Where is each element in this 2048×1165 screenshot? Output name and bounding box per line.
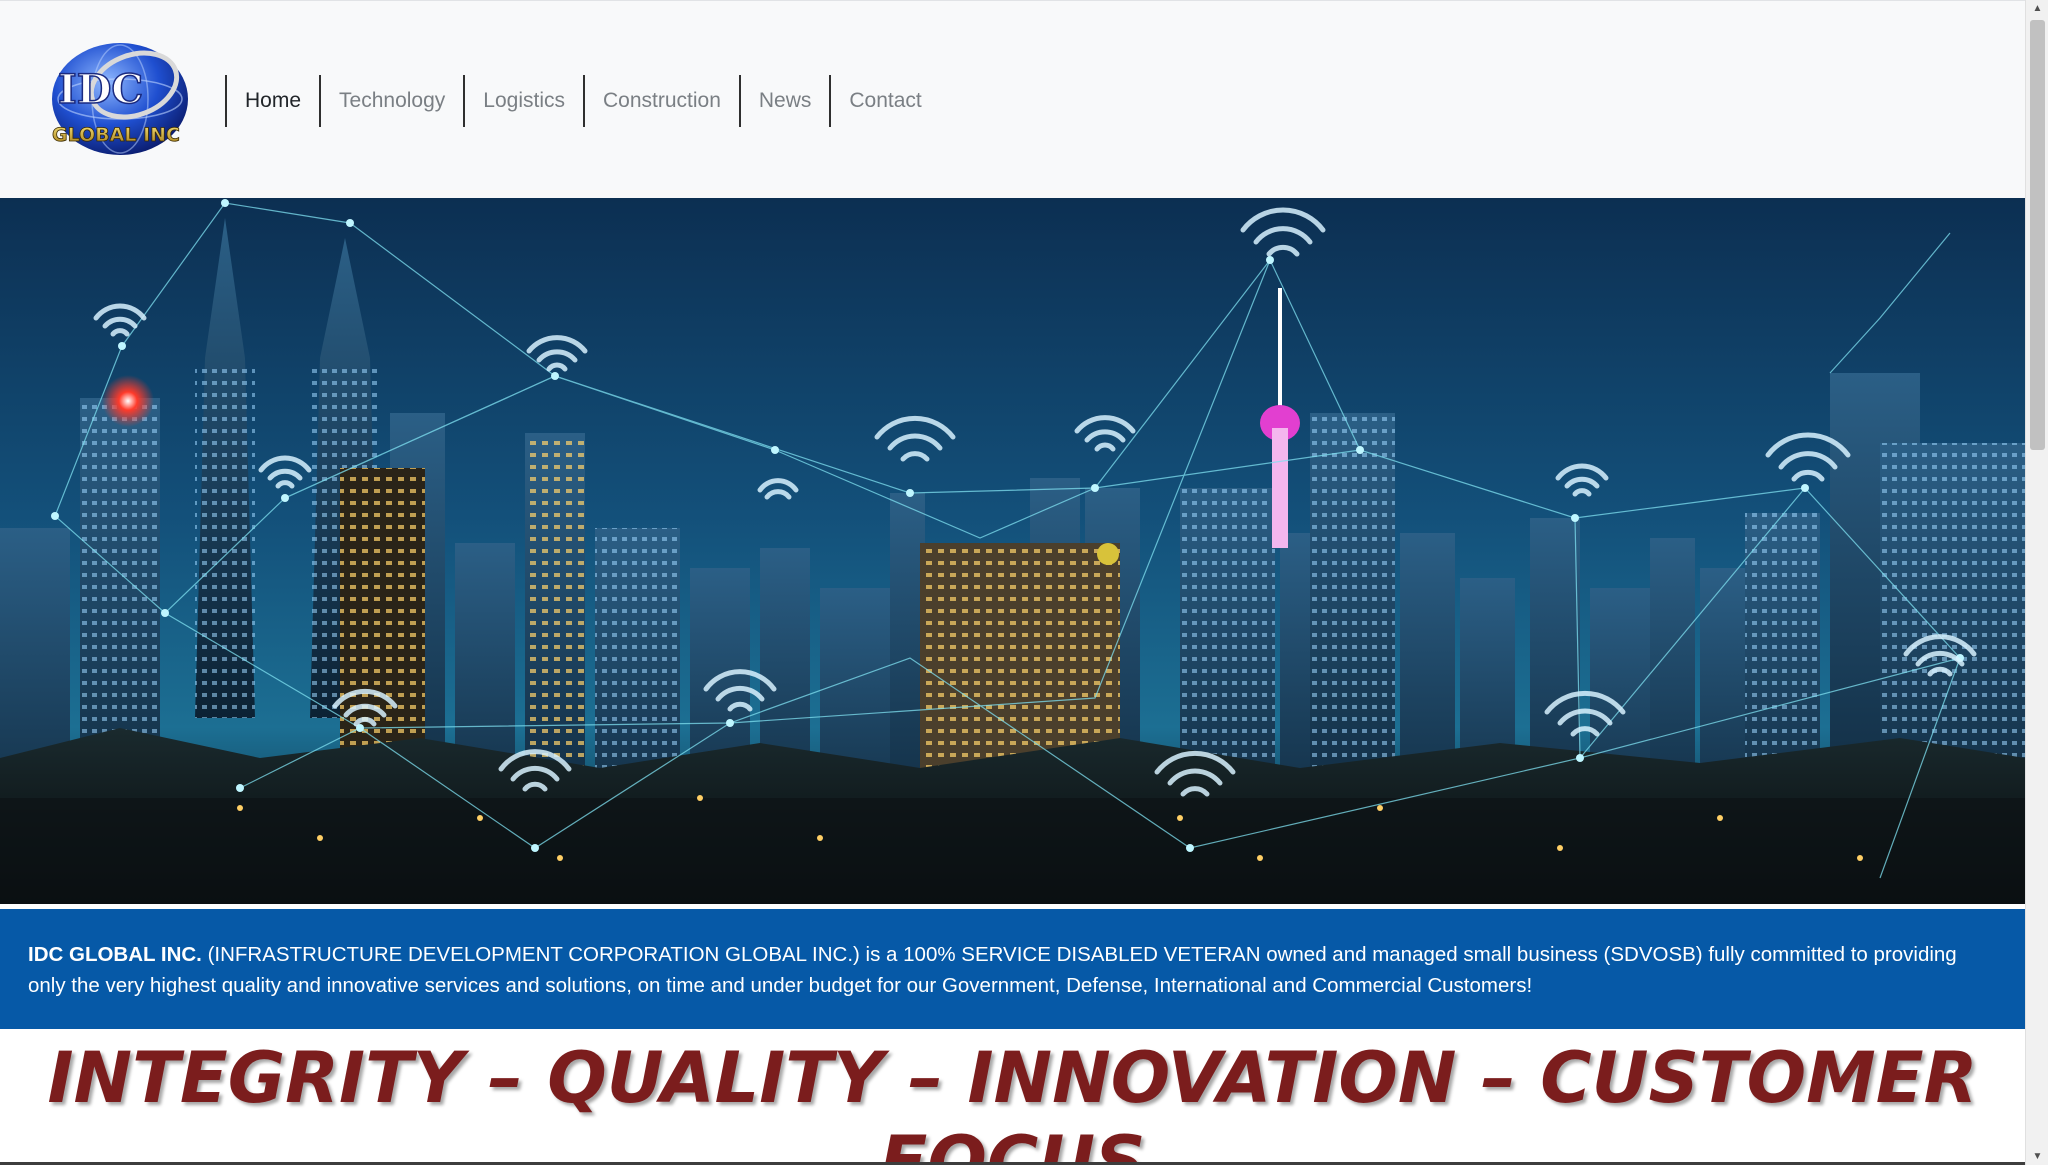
- motto-heading: INTEGRITY – QUALITY – INNOVATION – CUSTO…: [47, 1037, 1978, 1165]
- nav-contact[interactable]: Contact: [829, 75, 939, 127]
- page: IDC GLOBAL INC Home Technology Logistics…: [0, 0, 2028, 1165]
- hero-city-network-image: [0, 198, 2025, 904]
- main-nav: Home Technology Logistics Construction N…: [225, 75, 940, 127]
- svg-text:GLOBAL INC: GLOBAL INC: [52, 124, 180, 146]
- company-logo[interactable]: IDC GLOBAL INC: [48, 41, 192, 159]
- company-name: IDC GLOBAL INC.: [28, 943, 202, 966]
- site-header: IDC GLOBAL INC Home Technology Logistics…: [0, 0, 2025, 199]
- nav-news[interactable]: News: [738, 75, 830, 127]
- svg-text:IDC: IDC: [58, 66, 143, 113]
- nav-construction[interactable]: Construction: [582, 75, 739, 127]
- scroll-up-arrow-icon[interactable]: ▲: [2026, 0, 2048, 17]
- scroll-down-arrow-icon[interactable]: ▼: [2026, 1148, 2048, 1165]
- vertical-scrollbar[interactable]: ▲ ▼: [2025, 0, 2048, 1165]
- intro-text: (INFRASTRUCTURE DEVELOPMENT CORPORATION …: [28, 943, 1957, 997]
- scrollbar-thumb[interactable]: [2030, 20, 2045, 450]
- nav-home[interactable]: Home: [225, 75, 319, 127]
- intro-banner: IDC GLOBAL INC. (INFRASTRUCTURE DEVELOPM…: [0, 909, 2025, 1029]
- nav-technology[interactable]: Technology: [319, 75, 463, 127]
- nav-logistics[interactable]: Logistics: [463, 75, 583, 127]
